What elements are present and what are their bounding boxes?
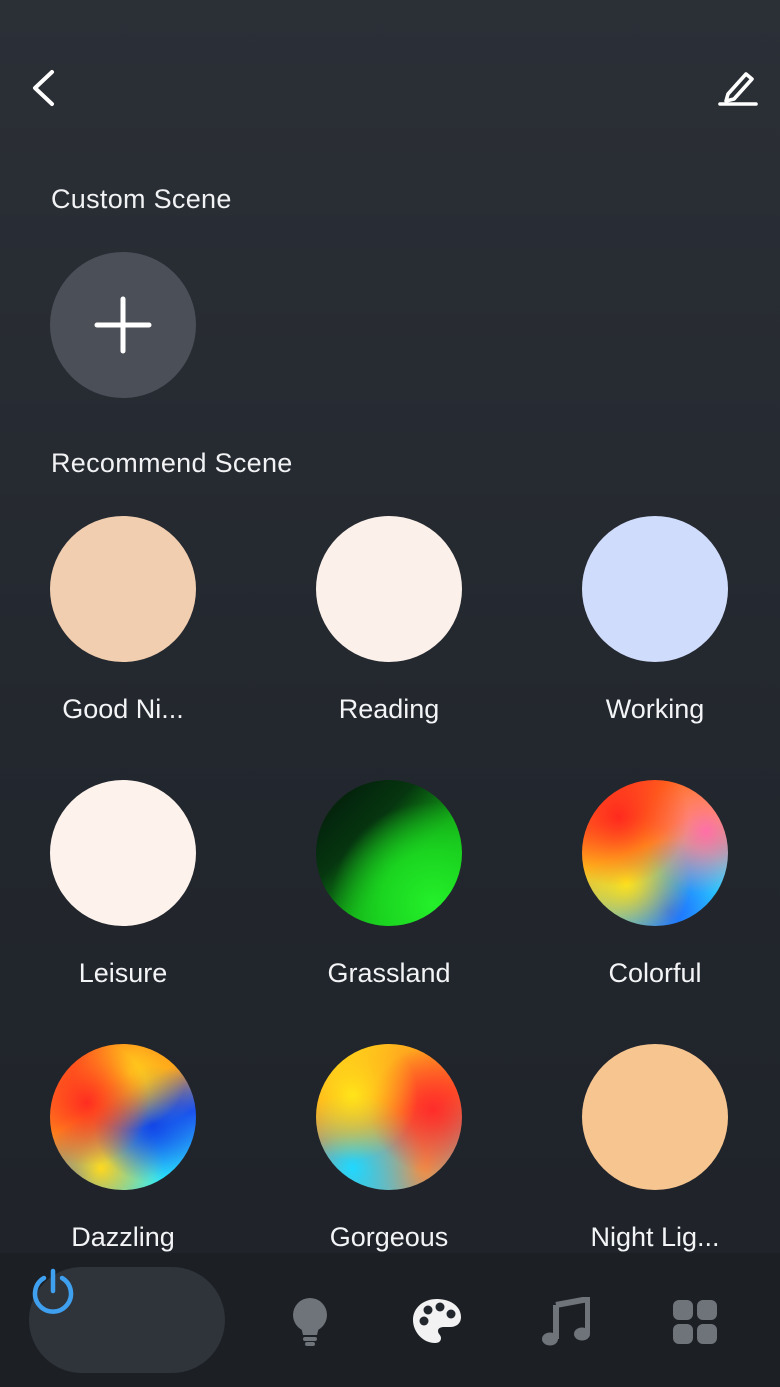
nav-scene-tab[interactable]	[405, 1267, 469, 1373]
back-button[interactable]	[26, 66, 66, 110]
scene-colorful[interactable]: Colorful	[550, 780, 760, 1020]
plus-icon	[94, 296, 152, 354]
scene-color-swatch	[316, 1044, 462, 1190]
scene-color-swatch	[582, 1044, 728, 1190]
scene-color-swatch	[316, 780, 462, 926]
scene-color-swatch	[50, 516, 196, 662]
scene-color-swatch	[50, 1044, 196, 1190]
scene-working[interactable]: Working	[550, 516, 760, 756]
scene-grassland[interactable]: Grassland	[284, 780, 494, 1020]
scene-reading[interactable]: Reading	[284, 516, 494, 756]
power-icon	[32, 1268, 74, 1314]
scene-color-swatch	[316, 516, 462, 662]
scene-label: Leisure	[78, 958, 168, 988]
scene-dazzling[interactable]: Dazzling	[18, 1044, 228, 1284]
nav-bulb-tab[interactable]	[280, 1267, 340, 1373]
scene-label: Gorgeous	[329, 1222, 449, 1252]
chevron-left-icon	[33, 70, 54, 106]
custom-scene-title: Custom Scene	[51, 184, 232, 214]
scene-label: Working	[605, 694, 705, 724]
scene-label: Night Lig...	[590, 1222, 720, 1252]
bulb-icon	[293, 1298, 327, 1346]
scene-night-light[interactable]: Night Lig...	[550, 1044, 760, 1284]
scene-label: Grassland	[327, 958, 451, 988]
bottom-nav	[0, 1253, 780, 1387]
scene-color-swatch	[50, 780, 196, 926]
scene-leisure[interactable]: Leisure	[18, 780, 228, 1020]
scene-color-swatch	[582, 516, 728, 662]
scene-gorgeous[interactable]: Gorgeous	[284, 1044, 494, 1284]
grid-icon	[673, 1300, 717, 1344]
music-note-icon	[542, 1297, 590, 1346]
palette-icon	[413, 1299, 461, 1343]
scene-label: Good Ni...	[62, 694, 184, 724]
scene-label: Colorful	[608, 958, 702, 988]
scene-color-swatch	[582, 780, 728, 926]
scene-good-night[interactable]: Good Ni...	[18, 516, 228, 756]
add-custom-scene-button[interactable]	[50, 252, 196, 398]
recommend-scene-title: Recommend Scene	[51, 448, 293, 478]
nav-music-tab[interactable]	[536, 1267, 596, 1373]
scene-label: Reading	[338, 694, 440, 724]
nav-power-tab[interactable]	[29, 1267, 225, 1373]
edit-button[interactable]	[714, 66, 760, 110]
nav-more-tab[interactable]	[666, 1267, 726, 1373]
top-bar	[0, 0, 780, 170]
pencil-edit-icon	[718, 72, 758, 106]
scene-label: Dazzling	[71, 1222, 175, 1252]
